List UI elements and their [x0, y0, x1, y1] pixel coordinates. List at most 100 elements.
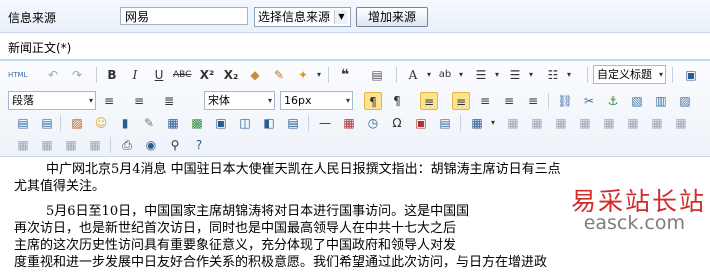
date-icon[interactable]: ▦ [340, 114, 358, 132]
chevron-down-icon[interactable]: ▾ [310, 66, 328, 84]
separator [396, 67, 397, 83]
video-icon[interactable]: ▮ [116, 114, 134, 132]
custom-title-select[interactable]: 自定义标题 ▾ [593, 65, 666, 84]
font-size-value: 16px [284, 94, 312, 107]
ltr-direction-icon[interactable]: ¶ [364, 92, 382, 110]
table-icon-10[interactable]: ▦ [14, 136, 32, 154]
separator [672, 67, 673, 83]
font-size-select[interactable]: 16px ▾ [280, 91, 353, 110]
image-none-icon[interactable]: ▥ [652, 92, 670, 110]
editor-toolbar: HTML ↶ ↷ B I U ABC X² X₂ ◆ ✎ ✦ ▾ ❝ ▤ A ▾… [0, 61, 710, 157]
highlight-code-icon[interactable]: ▤ [284, 114, 302, 132]
rtl-direction-icon[interactable]: ¶ [388, 92, 406, 110]
undo-icon[interactable]: ↶ [44, 66, 62, 84]
font-family-select[interactable]: 宋体 ▾ [204, 91, 275, 110]
table-icon-2[interactable]: ▦ [504, 114, 522, 132]
paragraph-select[interactable]: 段落 ▾ [8, 91, 96, 110]
rich-text-editor: HTML ↶ ↷ B I U ABC X² X₂ ◆ ✎ ✦ ▾ ❝ ▤ A ▾… [0, 60, 710, 273]
map-icon[interactable]: ▦ [164, 114, 182, 132]
snapscreen-icon[interactable]: ▣ [412, 114, 430, 132]
image-center-icon[interactable]: ▤ [38, 114, 56, 132]
paragraph-2-line-4: 度重视和进一步发展中日友好合作关系的积极意愿。我们希望通过此次访问，与日方在增进… [14, 255, 548, 270]
table-icon-4[interactable]: ▦ [552, 114, 570, 132]
link-icon[interactable]: ⛓ [556, 92, 574, 110]
align-justify-icon[interactable]: ≡ [524, 92, 542, 110]
wordimage-icon[interactable]: ▤ [436, 114, 454, 132]
bold-icon[interactable]: B [103, 66, 121, 84]
help-icon[interactable]: ? [190, 136, 208, 154]
add-source-button[interactable]: 增加来源 [356, 7, 428, 27]
toolbar-row-3: ▤ ▤ ▨ ☺ ▮ ✎ ▦ ▩ ▣ ◫ ◧ ▤ — ▦ ◷ Ω ▣ ▤ ▦ ▾ … [0, 111, 710, 135]
chevron-down-icon[interactable]: ▾ [488, 66, 506, 84]
italic-icon[interactable]: I [126, 66, 144, 84]
chevron-down-icon: ▾ [658, 70, 663, 79]
image-right-icon[interactable]: ▨ [676, 92, 694, 110]
print-icon[interactable]: ⎙ [118, 136, 136, 154]
paragraph-2-line-2: 再次访日，也是新世纪首次访日，同时也是中国最高领导人在中共十七大之后 [14, 221, 457, 236]
indent-icon[interactable]: ≡ [420, 92, 438, 110]
superscript-icon[interactable]: X² [198, 66, 216, 84]
redo-icon[interactable]: ↷ [68, 66, 86, 84]
body-label-row: 新闻正文(*) [0, 33, 710, 60]
align-left-icon[interactable]: ≡ [452, 92, 470, 110]
search-replace-icon[interactable]: ⚲ [166, 136, 184, 154]
separator [548, 93, 549, 109]
line-spacing-icon[interactable]: ≣ [160, 92, 178, 110]
table-icon-9[interactable]: ▦ [672, 114, 690, 132]
music-icon[interactable]: ◧ [260, 114, 278, 132]
chevron-down-icon[interactable]: ▾ [560, 66, 578, 84]
fullscreen-icon[interactable]: ▣ [682, 66, 700, 84]
paragraph-1: 中广网北京5月4消息 中国驻日本大使崔天凯在人民日报撰文指出：胡锦涛主席访日有三… [46, 162, 561, 177]
attachment-icon[interactable]: ✎ [140, 114, 158, 132]
source-row: 信息来源 网易 选择信息来源 ▼ 增加来源 [0, 0, 710, 33]
special-char-icon[interactable]: Ω [388, 114, 406, 132]
horizontal-rule-icon[interactable]: — [316, 114, 334, 132]
body-label: 新闻正文(*) [8, 41, 72, 55]
gmap-icon[interactable]: ▩ [188, 114, 206, 132]
frame-icon[interactable]: ▣ [212, 114, 230, 132]
separator [96, 67, 97, 83]
image-float-left-icon[interactable]: ▤ [14, 114, 32, 132]
preview-icon[interactable]: ◉ [142, 136, 160, 154]
paste-text-icon[interactable]: ▤ [368, 66, 386, 84]
chevron-down-icon[interactable]: ▾ [522, 66, 540, 84]
paragraph-value: 段落 [12, 94, 34, 107]
table-icon-6[interactable]: ▦ [600, 114, 618, 132]
image-icon[interactable]: ▨ [68, 114, 86, 132]
chevron-down-icon[interactable]: ▾ [484, 114, 502, 132]
chevron-down-icon[interactable]: ▾ [452, 66, 470, 84]
paragraph-spacing-top-icon[interactable]: ≡ [100, 92, 118, 110]
table-icon-12[interactable]: ▦ [62, 136, 80, 154]
image-left-icon[interactable]: ▧ [628, 92, 646, 110]
separator [460, 115, 461, 131]
unlink-icon[interactable]: ✂ [580, 92, 598, 110]
table-icon-13[interactable]: ▦ [86, 136, 104, 154]
custom-title-value: 自定义标题 [597, 68, 652, 81]
font-family-value: 宋体 [208, 94, 230, 107]
blockquote-icon[interactable]: ❝ [336, 66, 354, 84]
table-icon-11[interactable]: ▦ [38, 136, 56, 154]
source-input[interactable]: 网易 [120, 7, 248, 25]
table-icon-5[interactable]: ▦ [576, 114, 594, 132]
table-icon-8[interactable]: ▦ [648, 114, 666, 132]
separator [60, 115, 61, 131]
html-source-icon[interactable]: HTML [8, 66, 27, 84]
underline-icon[interactable]: U [150, 66, 168, 84]
subscript-icon[interactable]: X₂ [222, 66, 240, 84]
page-break-icon[interactable]: ◫ [236, 114, 254, 132]
align-right-icon[interactable]: ≡ [500, 92, 518, 110]
anchor-icon[interactable]: ⚓ [604, 92, 622, 110]
paragraph-2-line-3: 主席的这次历史性访问具有重要象征意义，充分体现了中国政府和领导人对发 [14, 238, 457, 253]
table-icon-3[interactable]: ▦ [528, 114, 546, 132]
source-select[interactable]: 选择信息来源 ▼ [254, 7, 351, 27]
format-painter-icon[interactable]: ✎ [270, 66, 288, 84]
table-icon-7[interactable]: ▦ [624, 114, 642, 132]
separator [110, 137, 111, 153]
separator [308, 115, 309, 131]
align-center-icon[interactable]: ≡ [476, 92, 494, 110]
strikethrough-icon[interactable]: ABC [173, 66, 191, 84]
time-icon[interactable]: ◷ [364, 114, 382, 132]
emoticon-icon[interactable]: ☺ [92, 114, 110, 132]
paragraph-spacing-bottom-icon[interactable]: ≡ [130, 92, 148, 110]
eraser-icon[interactable]: ◆ [246, 66, 264, 84]
